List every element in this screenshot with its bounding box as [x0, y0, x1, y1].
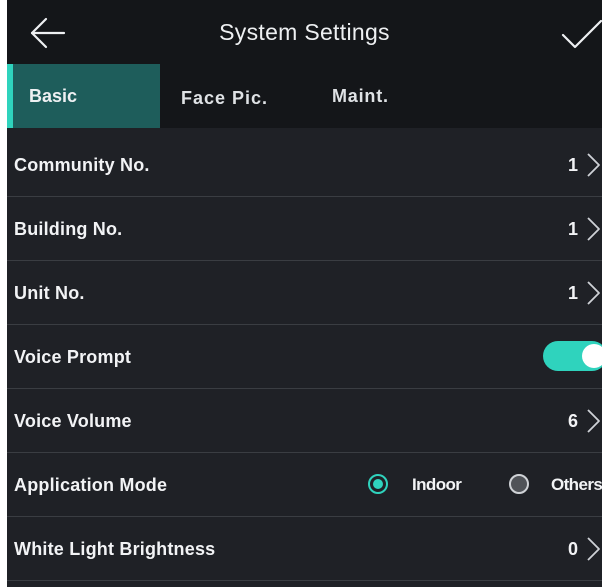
tab-face-pic[interactable]: Face Pic.	[160, 64, 310, 128]
tab-basic[interactable]: Basic	[7, 64, 160, 128]
tab-maint[interactable]: Maint.	[310, 64, 460, 128]
tab-bar: Basic Face Pic. Maint.	[7, 64, 602, 128]
voice-volume-label: Voice Volume	[14, 411, 132, 431]
unit-no-value: 1	[567, 283, 578, 303]
top-bar: System Settings	[7, 0, 602, 64]
building-no-value: 1	[567, 219, 578, 239]
settings-screen: System Settings Basic Face Pic. Maint. C…	[7, 0, 602, 587]
white-light-brightness-label: White Light Brightness	[14, 539, 216, 559]
chevron-right-icon	[587, 537, 600, 561]
others-option-label[interactable]: Others	[551, 475, 602, 495]
building-no-row[interactable]: Building No. 1	[7, 197, 602, 261]
toggle-knob	[582, 344, 602, 368]
chevron-right-icon	[587, 217, 600, 241]
others-radio[interactable]	[509, 474, 529, 494]
voice-prompt-toggle[interactable]	[543, 341, 602, 371]
voice-volume-value: 6	[567, 411, 578, 431]
voice-volume-row[interactable]: Voice Volume 6	[7, 389, 602, 453]
community-no-label: Community No.	[14, 155, 150, 175]
radio-selected-dot	[373, 479, 383, 489]
white-light-brightness-row[interactable]: White Light Brightness 0	[7, 517, 602, 581]
chevron-right-icon	[587, 281, 600, 305]
community-no-row[interactable]: Community No. 1	[7, 133, 602, 197]
tab-basic-label: Basic	[29, 86, 78, 106]
unit-no-row[interactable]: Unit No. 1	[7, 261, 602, 325]
tab-face-pic-label: Face Pic.	[181, 88, 269, 108]
chevron-right-icon	[587, 153, 600, 177]
chevron-right-icon	[587, 409, 600, 433]
voice-prompt-label: Voice Prompt	[14, 347, 132, 367]
tab-maint-label: Maint.	[332, 86, 389, 106]
indoor-radio[interactable]	[368, 474, 388, 494]
application-mode-label: Application Mode	[14, 475, 168, 495]
building-no-label: Building No.	[14, 219, 123, 239]
page-title: System Settings	[219, 19, 390, 45]
checkmark-icon[interactable]	[560, 18, 602, 52]
voice-prompt-row: Voice Prompt	[7, 325, 602, 389]
white-light-brightness-value: 0	[567, 539, 578, 559]
application-mode-row: Application Mode Indoor Others	[7, 453, 602, 517]
community-no-value: 1	[567, 155, 578, 175]
settings-list: Community No. 1 Building No. 1 Unit No. …	[7, 133, 602, 581]
unit-no-label: Unit No.	[14, 283, 85, 303]
indoor-option-label[interactable]: Indoor	[412, 475, 462, 495]
